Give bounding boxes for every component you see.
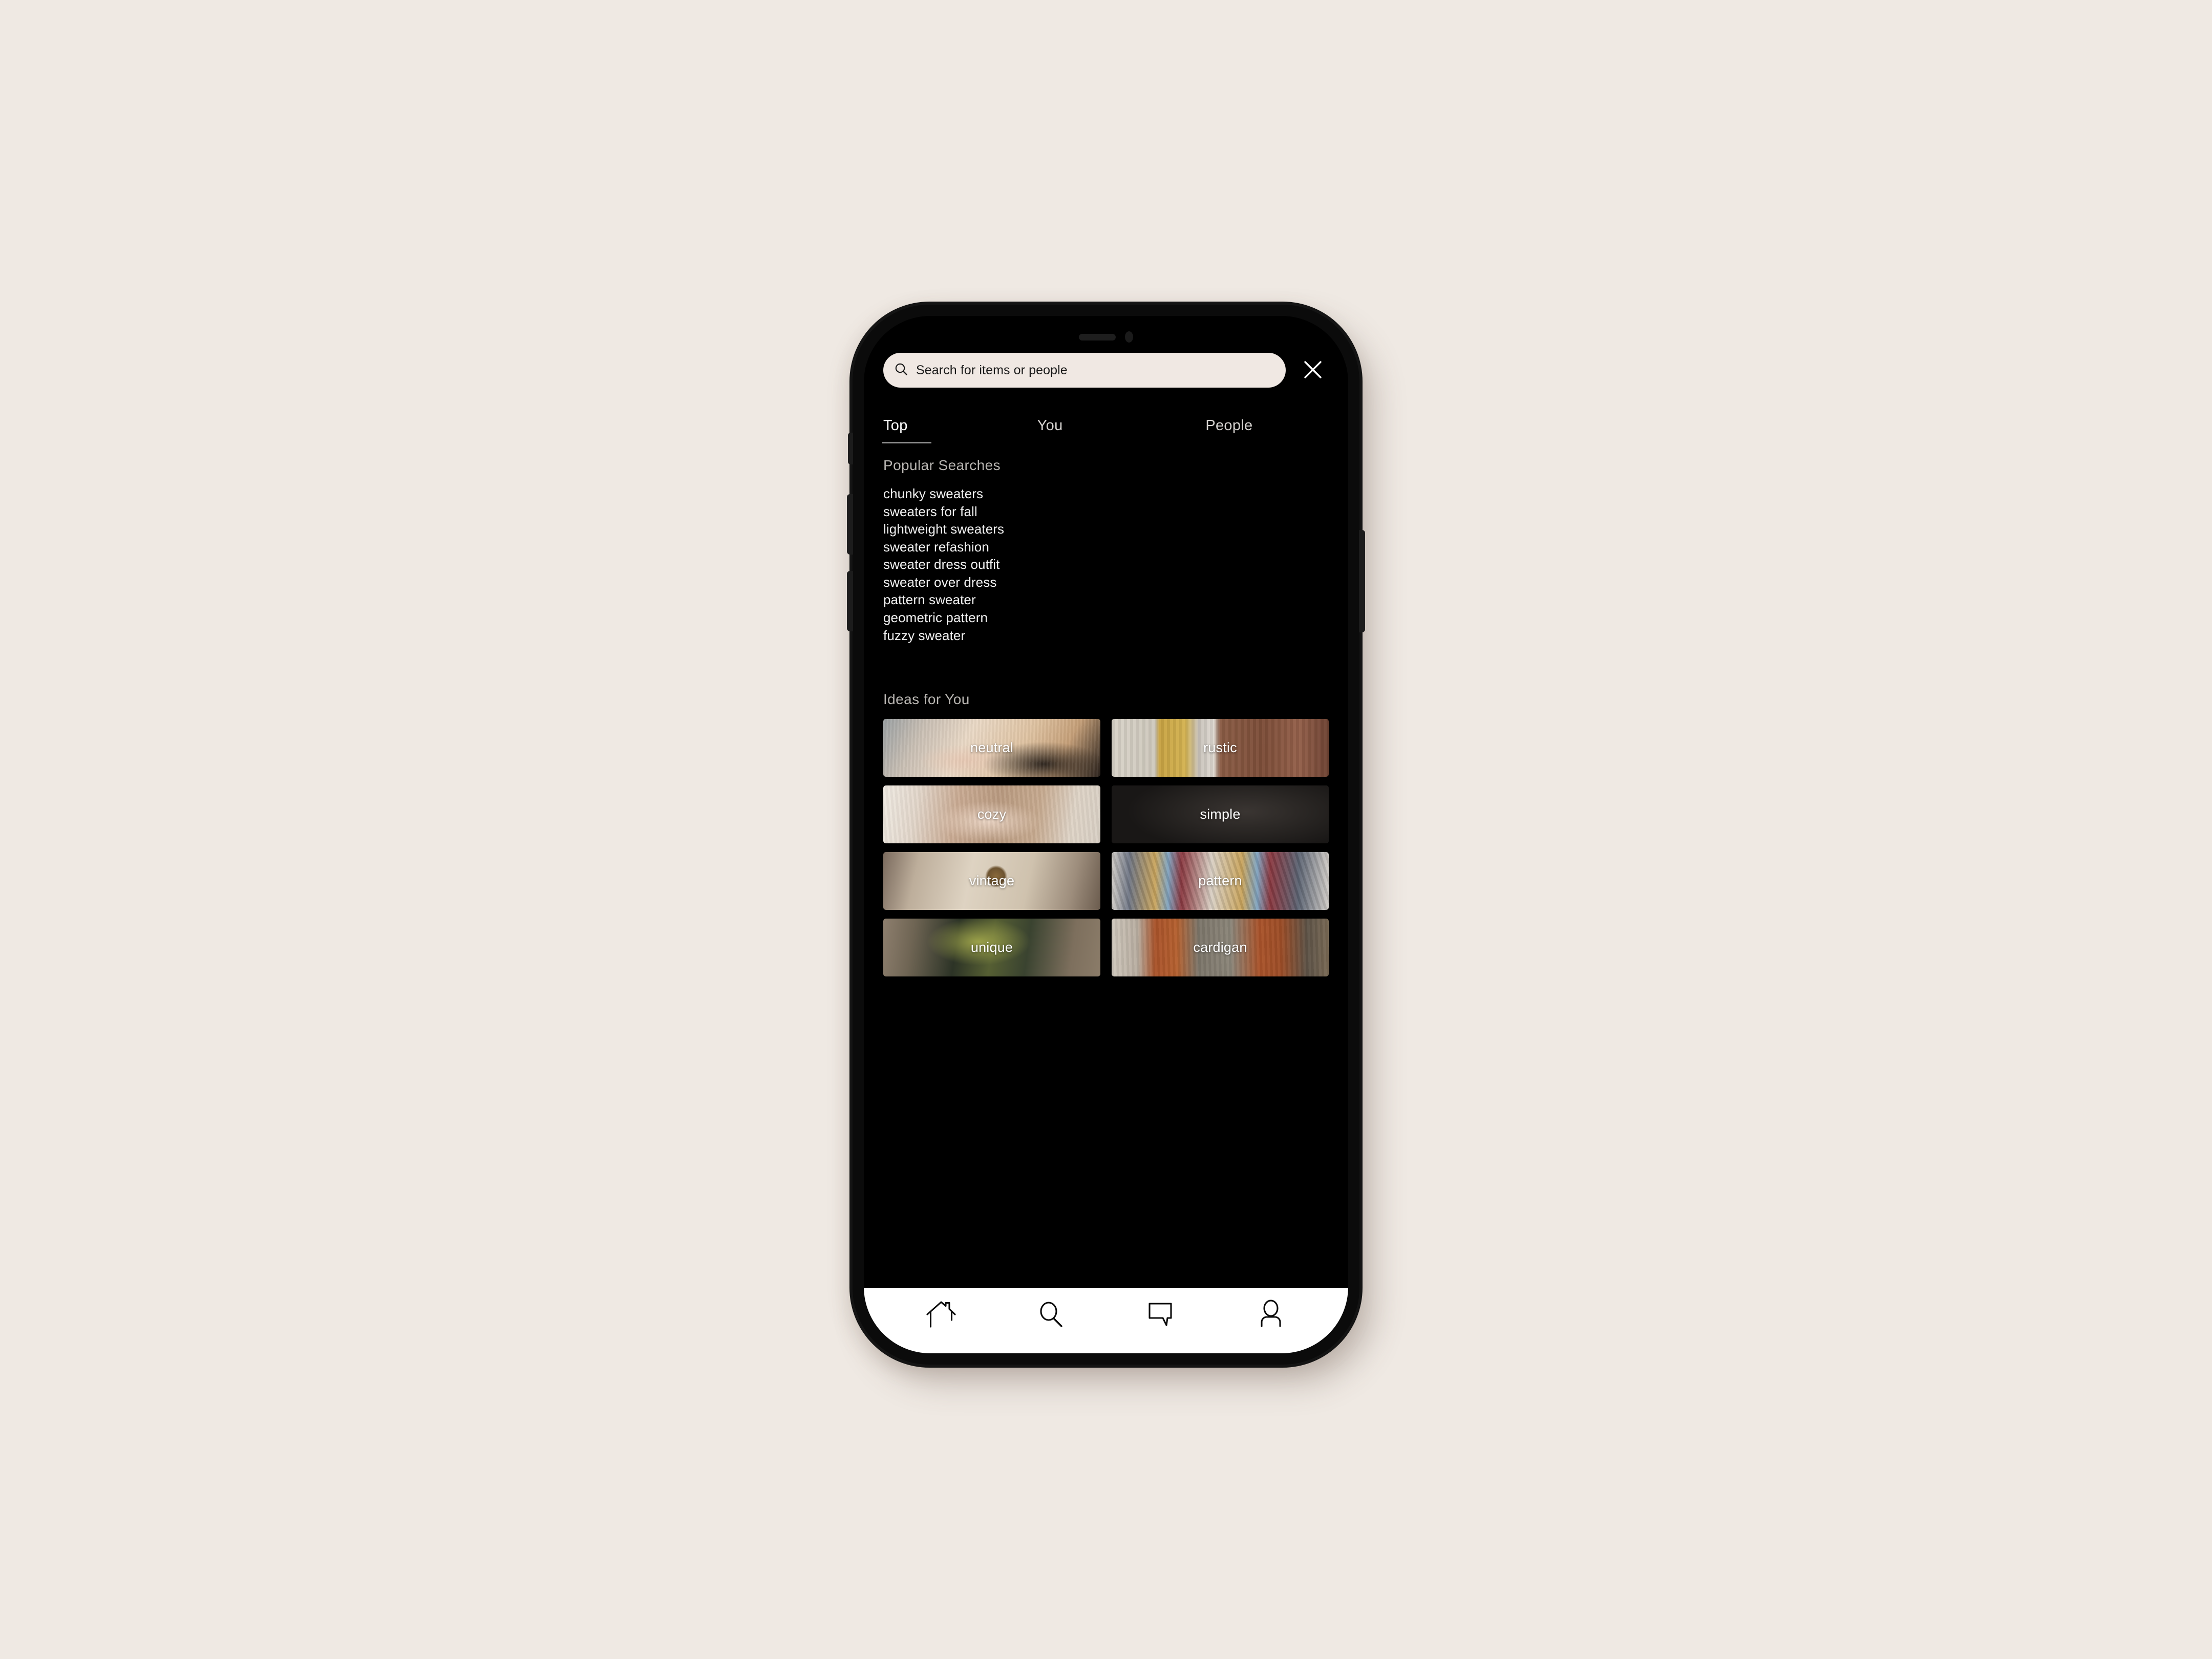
popular-search-item[interactable]: sweaters for fall [883, 503, 1329, 521]
popular-searches-title: Popular Searches [883, 457, 1001, 473]
idea-tile-unique[interactable]: unique [883, 919, 1100, 977]
power-button[interactable] [1359, 530, 1365, 632]
idea-tile-pattern[interactable]: pattern [1112, 852, 1329, 910]
nav-messages-button[interactable] [1136, 1295, 1185, 1335]
popular-search-item[interactable]: chunky sweaters [883, 485, 1329, 503]
home-icon [925, 1300, 957, 1331]
idea-tile-neutral[interactable]: neutral [883, 719, 1100, 777]
search-icon [895, 363, 908, 378]
popular-search-item[interactable]: sweater dress outfit [883, 556, 1329, 573]
phone-screen: Top You People Popular Searches chunky s… [864, 316, 1348, 1353]
search-icon [1036, 1300, 1066, 1331]
nav-profile-button[interactable] [1246, 1295, 1295, 1335]
close-search-button[interactable] [1297, 354, 1329, 386]
idea-tile-vintage[interactable]: vintage [883, 852, 1100, 910]
popular-search-item[interactable]: pattern sweater [883, 591, 1329, 609]
nav-home-button[interactable] [917, 1295, 966, 1335]
phone-frame: Top You People Popular Searches chunky s… [847, 305, 1365, 1365]
idea-tile-label: cozy [977, 806, 1007, 822]
popular-searches-list: chunky sweaters sweaters for fall lightw… [883, 485, 1329, 644]
search-tab-bar: Top You People [864, 417, 1348, 443]
idea-tile-cardigan[interactable]: cardigan [1112, 919, 1329, 977]
volume-down-button[interactable] [847, 571, 853, 631]
idea-tile-cozy[interactable]: cozy [883, 785, 1100, 844]
idea-tile-rustic[interactable]: rustic [1112, 719, 1329, 777]
idea-tile-label: rustic [1203, 740, 1237, 756]
bottom-navigation-bar [864, 1288, 1348, 1353]
speaker-slot-icon [1079, 333, 1116, 341]
ideas-for-you-title: Ideas for You [883, 691, 970, 708]
idea-tile-simple[interactable]: simple [1112, 785, 1329, 844]
search-content: Popular Searches chunky sweaters sweater… [864, 457, 1348, 1353]
tab-you[interactable]: You [1007, 417, 1161, 443]
volume-up-button[interactable] [847, 494, 853, 555]
idea-tile-label: neutral [970, 740, 1013, 756]
popular-search-item[interactable]: fuzzy sweater [883, 627, 1329, 645]
search-header [864, 353, 1348, 388]
idea-tile-label: pattern [1198, 873, 1242, 889]
close-icon [1301, 358, 1325, 383]
front-camera-icon [1125, 331, 1133, 343]
nav-search-button[interactable] [1027, 1295, 1076, 1335]
search-input[interactable] [916, 363, 1274, 378]
idea-tile-label: unique [970, 940, 1013, 955]
person-icon [1257, 1299, 1285, 1331]
ideas-for-you-grid: neutral rustic cozy simple vintage patte… [883, 719, 1329, 977]
popular-search-item[interactable]: sweater refashion [883, 538, 1329, 556]
popular-search-item[interactable]: geometric pattern [883, 609, 1329, 627]
device-notch [864, 331, 1348, 343]
popular-search-item[interactable]: lightweight sweaters [883, 520, 1329, 538]
silent-switch-button[interactable] [848, 433, 853, 464]
tab-people[interactable]: People [1160, 417, 1329, 443]
popular-search-item[interactable]: sweater over dress [883, 573, 1329, 591]
idea-tile-label: vintage [969, 873, 1015, 889]
search-bar[interactable] [883, 353, 1286, 388]
tab-top[interactable]: Top [882, 417, 1007, 443]
idea-tile-label: simple [1200, 806, 1241, 822]
message-bubble-icon [1146, 1301, 1176, 1330]
idea-tile-label: cardigan [1193, 940, 1247, 955]
